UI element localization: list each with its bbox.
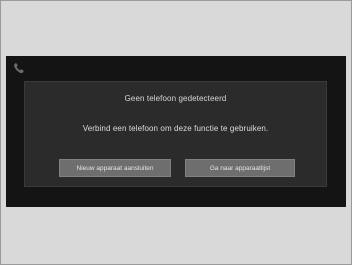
connect-new-device-button[interactable]: Nieuw apparaat aansluiten xyxy=(59,159,171,177)
no-phone-dialog: Geen telefoon gedetecteerd Verbind een t… xyxy=(24,81,327,187)
go-to-device-list-button[interactable]: Ga naar apparaatlijst xyxy=(185,159,295,177)
dialog-message: Verbind een telefoon om deze functie te … xyxy=(82,124,269,133)
dialog-title: Geen telefoon gedetecteerd xyxy=(124,94,227,103)
screen-page: Geen telefoon gedetecteerd Verbind een t… xyxy=(0,0,352,265)
phone-icon xyxy=(14,63,24,74)
